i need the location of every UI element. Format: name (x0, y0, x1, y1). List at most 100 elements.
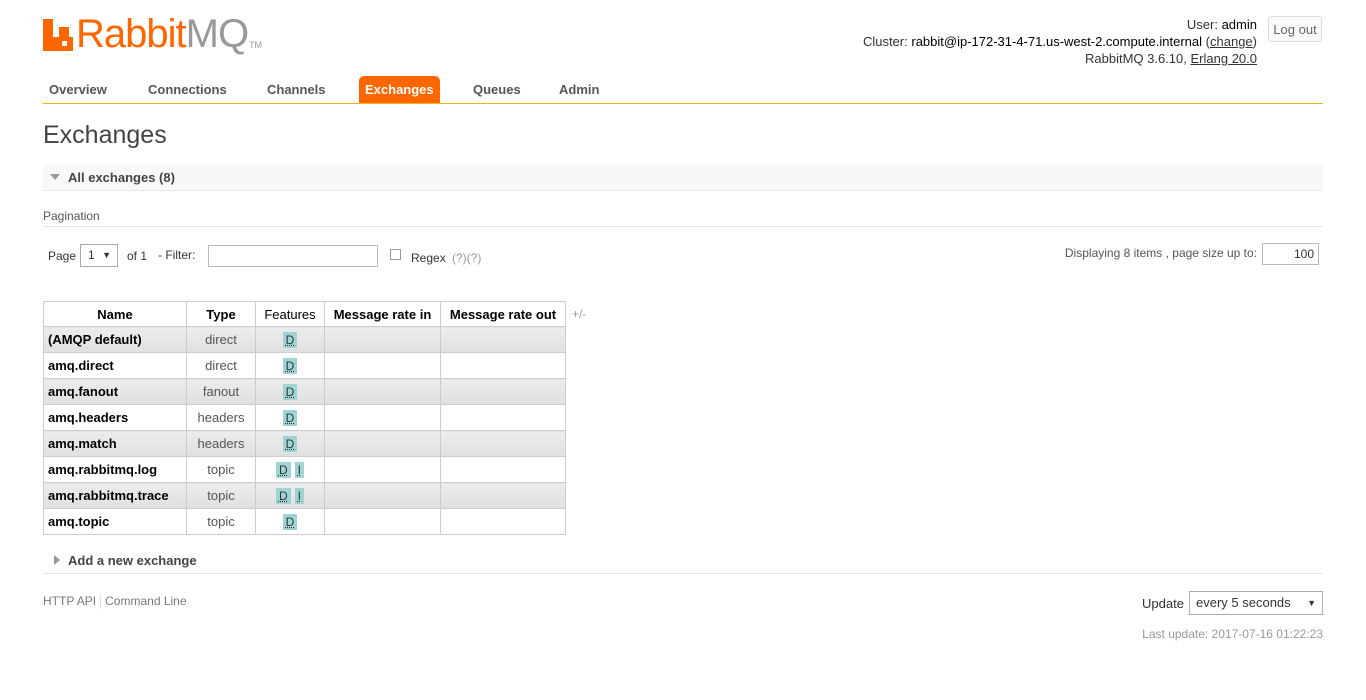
update-interval-value: every 5 seconds (1196, 595, 1291, 610)
exchange-type: headers (186, 404, 256, 431)
col-header-name[interactable]: Name (43, 301, 187, 327)
change-close-paren: ) (1252, 34, 1257, 49)
feature-badge: D (282, 513, 298, 530)
page-select-value: 1 (88, 248, 95, 262)
section-title: All exchanges (8) (68, 170, 175, 185)
logout-button[interactable]: Log out (1268, 16, 1322, 42)
triangle-right-icon (54, 555, 60, 565)
rabbitmq-logo: RabbitMQ TM (43, 14, 262, 54)
exchange-type: topic (186, 508, 256, 535)
logo-text: RabbitMQ (76, 12, 249, 56)
dropdown-arrow-icon: ▼ (1307, 598, 1316, 608)
rabbitmq-version: RabbitMQ 3.6.10, (1084, 51, 1187, 66)
feature-badge: I (294, 487, 304, 504)
exchange-type: direct (186, 352, 256, 379)
table-row: amq.fanout fanout D (43, 378, 566, 405)
feature-badge: D (282, 409, 298, 426)
footer-separator (100, 594, 102, 609)
exchange-type: headers (186, 430, 256, 457)
triangle-down-icon (50, 174, 60, 180)
col-header-features: Features (255, 301, 325, 327)
message-rate-out (440, 456, 566, 483)
message-rate-in (324, 404, 441, 431)
col-header-rate-out[interactable]: Message rate out (440, 301, 566, 327)
exchange-features: D (255, 508, 325, 535)
page-count-label: of 1 (127, 249, 148, 263)
exchange-name-link[interactable]: amq.direct (43, 352, 187, 379)
table-row: amq.direct direct D (43, 352, 566, 379)
message-rate-out (440, 378, 566, 405)
message-rate-out (440, 508, 566, 535)
column-options-toggle[interactable]: +/- (572, 307, 586, 321)
http-api-link[interactable]: HTTP API (43, 594, 96, 608)
update-label: Update (1142, 596, 1184, 611)
exchange-features: D (255, 352, 325, 379)
command-line-link[interactable]: Command Line (105, 594, 186, 608)
tab-queues[interactable]: Queues (467, 76, 527, 103)
col-header-type[interactable]: Type (186, 301, 256, 327)
regex-label: Regex (411, 251, 446, 265)
table-row: amq.topic topic D (43, 508, 566, 535)
tab-admin[interactable]: Admin (553, 76, 605, 103)
message-rate-in (324, 508, 441, 535)
exchange-type: direct (186, 326, 256, 353)
exchange-features: D (255, 326, 325, 353)
filter-input[interactable] (208, 245, 378, 267)
exchange-type: topic (186, 456, 256, 483)
message-rate-out (440, 430, 566, 457)
tab-overview[interactable]: Overview (43, 76, 113, 103)
cluster-label: Cluster: (862, 34, 908, 49)
exchange-name-link[interactable]: amq.fanout (43, 378, 187, 405)
feature-badge: D (282, 357, 298, 374)
main-menu: Overview Connections Channels Exchanges … (43, 76, 1323, 104)
erlang-version-link[interactable]: Erlang 20.0 (1191, 51, 1258, 66)
filter-label: - Filter: (158, 248, 196, 262)
table-row: amq.rabbitmq.trace topic D I (43, 482, 566, 509)
table-row: (AMQP default) direct D (43, 326, 566, 353)
exchange-features: D (255, 378, 325, 405)
tab-exchanges[interactable]: Exchanges (359, 76, 440, 103)
all-exchanges-toggle[interactable]: All exchanges (8) (43, 164, 1323, 191)
exchange-name-link[interactable]: amq.headers (43, 404, 187, 431)
tab-channels[interactable]: Channels (261, 76, 332, 103)
cluster-name: rabbit@ip-172-31-4-71.us-west-2.compute.… (911, 34, 1203, 49)
page-title: Exchanges (43, 121, 167, 149)
message-rate-in (324, 378, 441, 405)
exchange-features: D (255, 430, 325, 457)
col-header-rate-in[interactable]: Message rate in (324, 301, 441, 327)
regex-help-link[interactable]: (?)(?) (452, 251, 481, 265)
page-size-input[interactable]: 100 (1262, 243, 1319, 265)
change-cluster-link[interactable]: change (1210, 34, 1253, 49)
add-exchange-toggle[interactable]: Add a new exchange (43, 548, 1323, 574)
add-exchange-title: Add a new exchange (68, 553, 197, 568)
message-rate-out (440, 326, 566, 353)
message-rate-out (440, 404, 566, 431)
feature-badge: I (294, 461, 304, 478)
exchange-features: DI (255, 482, 325, 509)
user-name: admin (1221, 17, 1257, 32)
tab-connections[interactable]: Connections (142, 76, 233, 103)
message-rate-in (324, 430, 441, 457)
exchange-features: D (255, 404, 325, 431)
logo-trademark: TM (249, 40, 263, 50)
exchange-name-link[interactable]: amq.topic (43, 508, 187, 535)
table-row: amq.match headers D (43, 430, 566, 457)
pagination-label: Pagination (43, 209, 100, 223)
message-rate-in (324, 482, 441, 509)
displaying-items-label: Displaying 8 items , page size up to: (1064, 246, 1257, 260)
exchange-type: topic (186, 482, 256, 509)
regex-checkbox[interactable] (390, 249, 401, 260)
exchange-name-link[interactable]: amq.rabbitmq.trace (43, 482, 187, 509)
exchange-name-link[interactable]: amq.match (43, 430, 187, 457)
exchange-type: fanout (186, 378, 256, 405)
message-rate-out (440, 482, 566, 509)
exchange-name-link[interactable]: (AMQP default) (43, 326, 187, 353)
feature-badge: D (275, 461, 291, 478)
table-row: amq.headers headers D (43, 404, 566, 431)
pagination-divider (43, 226, 1323, 227)
feature-badge: D (282, 383, 298, 400)
message-rate-out (440, 352, 566, 379)
exchange-name-link[interactable]: amq.rabbitmq.log (43, 456, 187, 483)
update-interval-select[interactable]: every 5 seconds ▼ (1189, 591, 1323, 615)
page-select[interactable]: 1 ▼ (80, 244, 118, 267)
